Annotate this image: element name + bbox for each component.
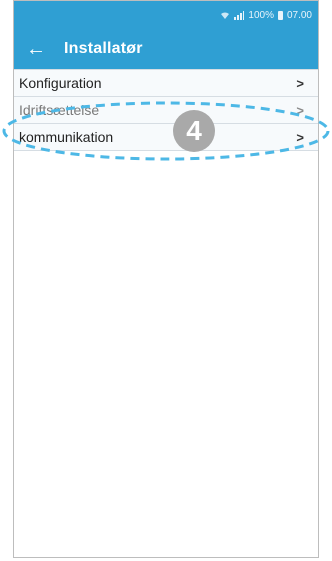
highlight-ellipse: [2, 101, 330, 161]
step-badge: 4: [173, 110, 215, 152]
